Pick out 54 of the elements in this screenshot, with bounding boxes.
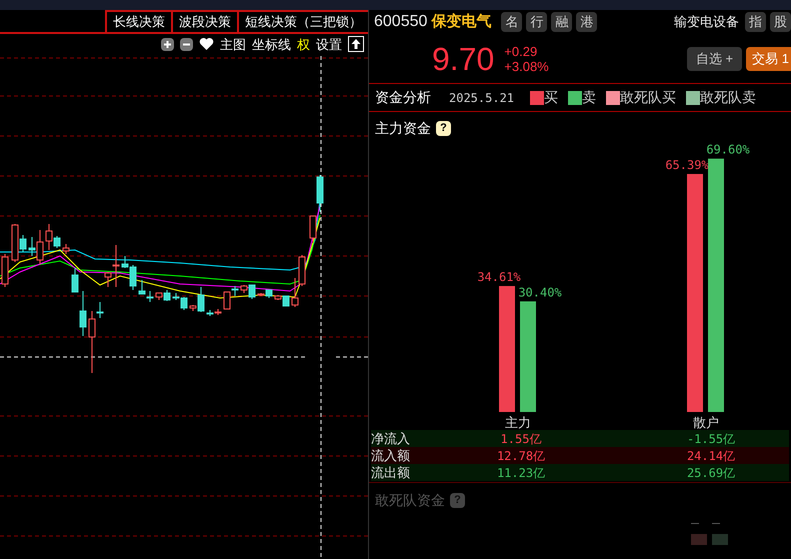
table-cell-text: -1.55亿	[686, 432, 736, 444]
candle	[316, 174, 324, 212]
candle	[62, 244, 70, 254]
crosshair-line	[336, 356, 368, 358]
legend-label: 敢死队买	[620, 88, 676, 107]
row-label: 流出额	[371, 466, 411, 479]
help-icon[interactable]: ?	[436, 121, 451, 136]
heart-icon[interactable]	[199, 37, 214, 51]
candle	[310, 216, 316, 244]
stock-price: 9.70	[432, 42, 494, 74]
section-title: 敢死队资金	[375, 491, 445, 510]
stock-tag[interactable]: 融	[551, 12, 572, 32]
value-label: 69.60%	[706, 142, 750, 157]
table-cell-text: 11.23亿	[496, 466, 546, 478]
watchlist-button[interactable]: 自选 +	[686, 46, 742, 70]
row-label: 流入额	[371, 449, 411, 462]
table-cell-text: 12.78亿	[496, 450, 546, 462]
faint-bars-drawing	[691, 523, 729, 545]
legend-label: 敢死队卖	[700, 88, 756, 107]
legend-label: 卖	[582, 88, 596, 107]
industry-label[interactable]: 输变电设备	[674, 12, 739, 32]
price-change-percent: +3.08%	[504, 58, 549, 74]
stock-tag[interactable]: 行	[526, 12, 548, 32]
stock-code: 600550	[374, 12, 428, 32]
stock-tag[interactable]: 指	[745, 12, 766, 32]
toolbar-link[interactable]: 坐标线	[252, 38, 291, 50]
toolbar-link[interactable]: 权	[297, 38, 310, 50]
stock-name: 保变电气	[431, 12, 492, 32]
stock-tag[interactable]: 股	[770, 12, 791, 32]
section-title: 主力资金	[375, 119, 431, 138]
date-label: 2025.5.21	[449, 90, 514, 106]
category-label: 主力	[505, 415, 531, 430]
table-cell-text: 24.14亿	[686, 450, 736, 462]
strategy-tab[interactable]: 短线决策（三把锁）	[237, 10, 368, 32]
category-label: 散户	[693, 415, 719, 430]
stock-tag[interactable]: 名	[501, 12, 522, 32]
trade-button[interactable]: 交易 1	[746, 46, 791, 70]
legend-label: 买	[544, 88, 558, 107]
value-label: 34.61%	[477, 270, 521, 284]
price-change: +0.29	[504, 44, 538, 58]
value-label: 65.39%	[665, 158, 709, 172]
row-label: 净流入	[371, 432, 411, 445]
zoom-in-icon[interactable]	[161, 38, 174, 50]
strategy-tab[interactable]: 长线决策	[105, 10, 171, 32]
toolbar-link[interactable]: 设置	[316, 38, 342, 50]
toolbar-link[interactable]: 主图	[220, 38, 246, 50]
arrow-up-icon[interactable]	[348, 36, 364, 52]
section-title: 资金分析	[375, 88, 431, 107]
stock-tag[interactable]: 港	[576, 12, 598, 32]
strategy-tab[interactable]: 波段决策	[171, 10, 237, 32]
value-label: 30.40%	[518, 285, 562, 300]
table-cell-text: 25.69亿	[686, 466, 736, 478]
table-cell-text: 1.55亿	[500, 432, 542, 444]
zoom-out-icon[interactable]	[180, 38, 193, 50]
